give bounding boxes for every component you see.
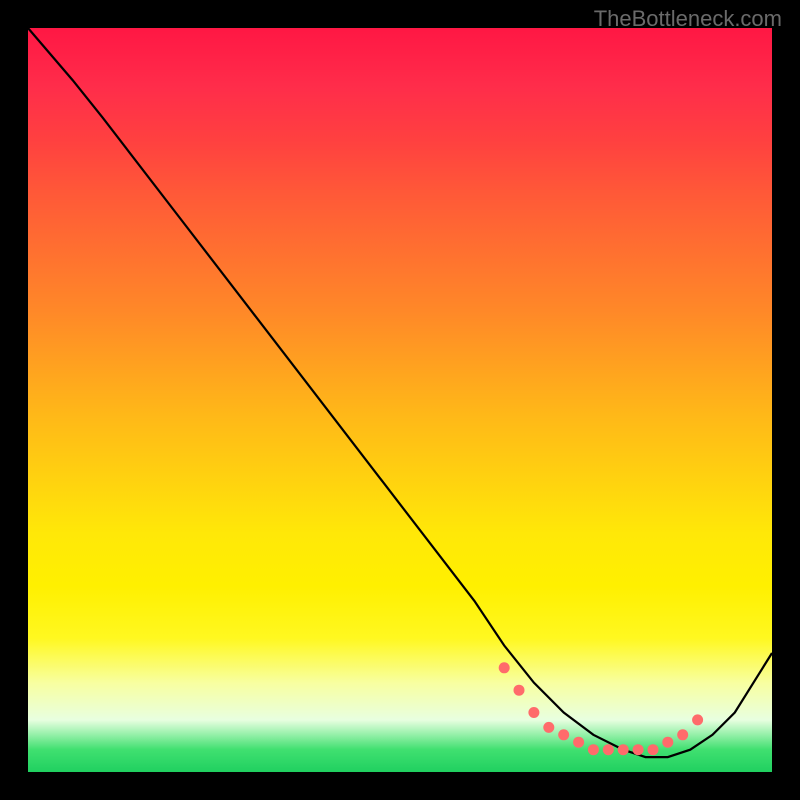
chart-svg	[28, 28, 772, 772]
curve-marker	[558, 729, 569, 740]
curve-marker	[692, 714, 703, 725]
curve-marker	[633, 744, 644, 755]
curve-marker	[662, 737, 673, 748]
curve-marker	[543, 722, 554, 733]
curve-marker	[573, 737, 584, 748]
chart-plot-area	[28, 28, 772, 772]
curve-marker	[499, 662, 510, 673]
curve-marker	[648, 744, 659, 755]
curve-marker	[603, 744, 614, 755]
bottleneck-curve-line	[28, 28, 772, 757]
watermark-text: TheBottleneck.com	[594, 6, 782, 32]
curve-marker	[677, 729, 688, 740]
curve-marker	[514, 685, 525, 696]
curve-marker	[528, 707, 539, 718]
curve-marker	[588, 744, 599, 755]
curve-marker	[618, 744, 629, 755]
